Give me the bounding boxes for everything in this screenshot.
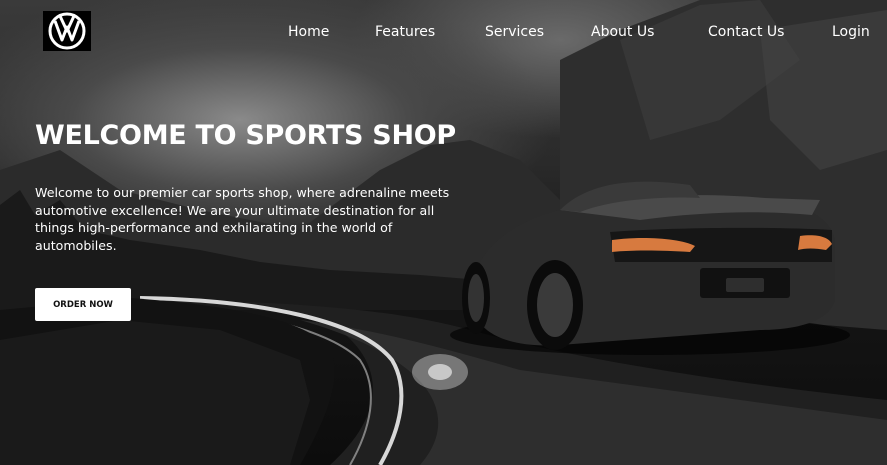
nav-features-link[interactable]: Features	[375, 22, 435, 42]
nav-home-link[interactable]: Home	[288, 22, 329, 42]
main-nav: Home Features Services About Us Contact …	[0, 22, 887, 42]
hero-title: WELCOME TO SPORTS SHOP	[35, 120, 456, 151]
nav-contact-link[interactable]: Contact Us	[708, 22, 784, 42]
nav-login-link[interactable]: Login	[832, 22, 870, 42]
hero-section: Home Features Services About Us Contact …	[0, 0, 887, 465]
order-now-button[interactable]: ORDER NOW	[35, 288, 131, 321]
nav-services-link[interactable]: Services	[485, 22, 544, 42]
nav-about-link[interactable]: About Us	[591, 22, 654, 42]
hero-description: Welcome to our premier car sports shop, …	[35, 185, 450, 253]
